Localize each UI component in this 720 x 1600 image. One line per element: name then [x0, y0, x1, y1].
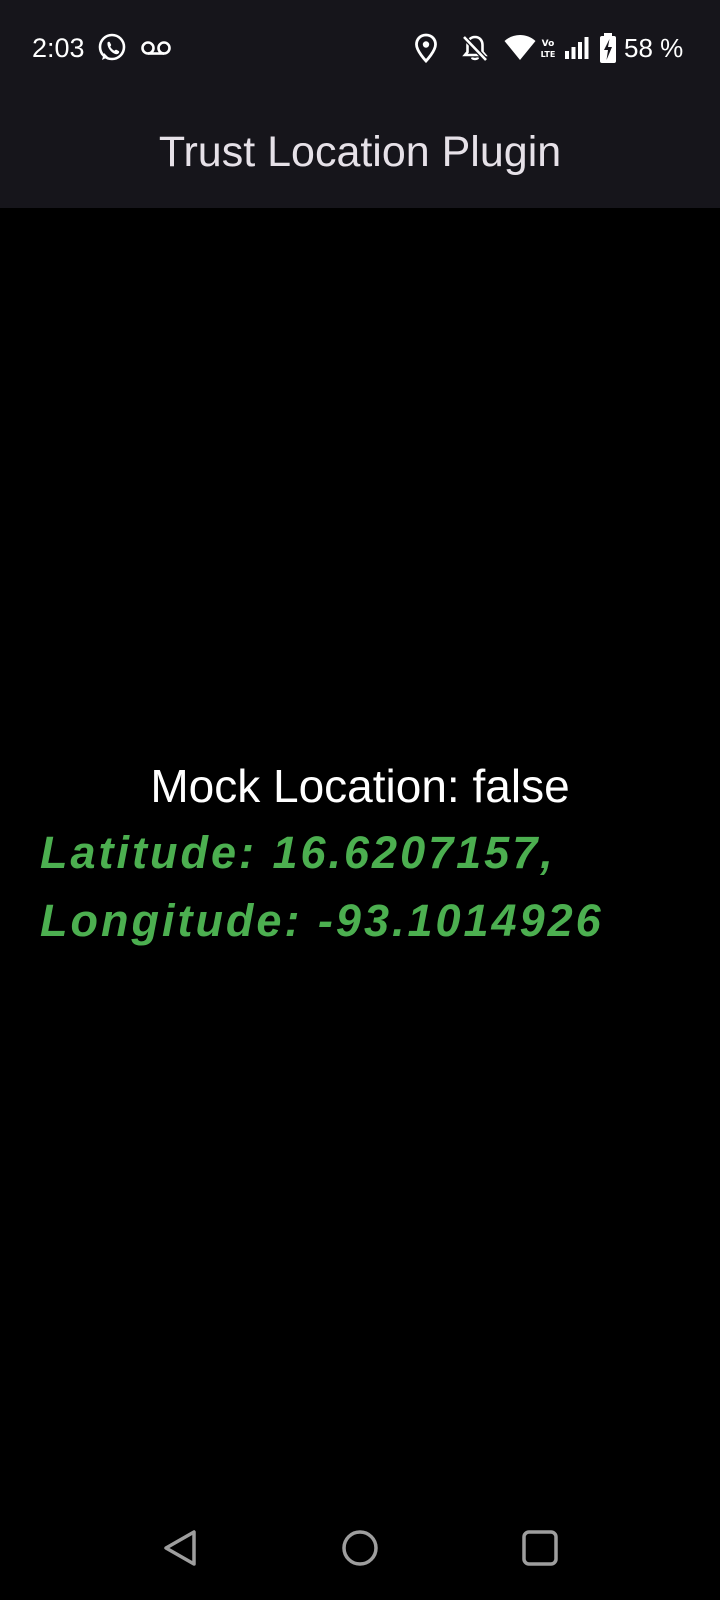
recents-icon[interactable]: [510, 1518, 570, 1578]
wifi-icon: [504, 35, 536, 60]
navigation-bar: [0, 1496, 720, 1600]
home-icon[interactable]: [330, 1518, 390, 1578]
status-time: 2:03: [32, 33, 85, 63]
location-icon: [415, 33, 437, 63]
longitude-text: Longitude: -93.1014926: [40, 895, 604, 946]
latitude-text: Latitude: 16.6207157,: [40, 827, 556, 878]
svg-text:LTE: LTE: [541, 50, 556, 59]
app-title: Trust Location Plugin: [158, 128, 562, 176]
main-content: Mock Location: false Latitude: 16.620715…: [0, 208, 720, 1496]
volte-icon: Vo LTE: [541, 39, 556, 59]
whatsapp-icon: [98, 33, 126, 61]
svg-text:Vo: Vo: [542, 39, 555, 49]
mock-location-status: Mock Location: false: [150, 760, 570, 812]
status-bar: 2:03 Vo LTE 58 %: [0, 0, 720, 96]
app-bar: Trust Location Plugin: [0, 96, 720, 208]
back-icon[interactable]: [150, 1518, 210, 1578]
voicemail-icon: [141, 41, 171, 55]
battery-percent: 58 %: [624, 33, 684, 63]
signal-icon: [565, 37, 589, 59]
notifications-off-icon: [462, 35, 488, 62]
battery-charging-icon: [600, 33, 616, 63]
